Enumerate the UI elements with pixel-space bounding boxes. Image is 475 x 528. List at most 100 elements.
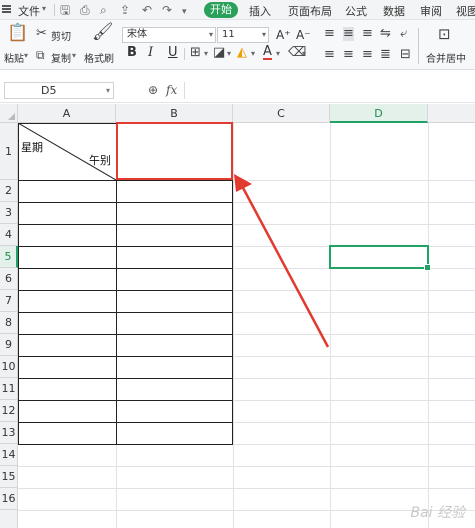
row-header-17[interactable]: [0, 510, 18, 528]
copy-icon[interactable]: ⧉: [36, 48, 45, 62]
tab-review[interactable]: 审阅: [420, 3, 442, 19]
table-border: [18, 180, 233, 181]
tab-data[interactable]: 数据: [383, 3, 405, 19]
chevron-down-icon[interactable]: ▾: [251, 49, 255, 58]
chevron-down-icon[interactable]: ▾: [227, 49, 231, 58]
table-border: [18, 444, 233, 445]
column-header-a[interactable]: A: [18, 104, 116, 123]
chevron-down-icon[interactable]: ▾: [262, 28, 266, 42]
format-painter-button[interactable]: 格式刷: [84, 50, 114, 65]
orientation-icon[interactable]: ⇋: [380, 27, 391, 41]
align-left-icon[interactable]: ≡: [324, 48, 335, 62]
scissors-icon[interactable]: ✂: [36, 27, 47, 41]
align-right-icon[interactable]: ≡: [362, 48, 373, 62]
row-header-2[interactable]: 2: [0, 180, 18, 202]
font-size-select[interactable]: 11 ▾: [217, 27, 269, 43]
row-header-4[interactable]: 4: [0, 224, 18, 246]
chevron-down-icon[interactable]: ▾: [106, 83, 110, 98]
decrease-font-button[interactable]: A⁻: [296, 28, 311, 42]
menu-bar: 文件 ▾ 🖫 ⎙ ⌕ ⇪ ↶ ↷ ▾ 开始 插入 页面布局 公式 数据 审阅 视…: [0, 0, 475, 20]
row-header-9[interactable]: 9: [0, 334, 18, 356]
fill-color-icon[interactable]: ◪: [213, 46, 225, 60]
font-name-select[interactable]: 宋体 ▾: [122, 27, 216, 43]
table-border: [18, 422, 233, 423]
zoom-icon[interactable]: ⊕: [148, 83, 158, 97]
highlight-icon[interactable]: ◭: [237, 46, 247, 60]
column-header-c[interactable]: C: [233, 104, 330, 123]
chevron-down-icon[interactable]: ▾: [209, 28, 213, 42]
row-header-15[interactable]: 15: [0, 466, 18, 488]
font-color-button[interactable]: A: [263, 45, 272, 60]
row-header-6[interactable]: 6: [0, 268, 18, 290]
paste-button[interactable]: 粘贴: [4, 50, 24, 65]
tab-page-layout[interactable]: 页面布局: [288, 3, 332, 19]
distributed-icon[interactable]: ⊟: [400, 48, 411, 62]
format-painter-icon[interactable]: 🖌: [92, 24, 114, 41]
gridline: [18, 510, 475, 511]
main-menu-icon[interactable]: [2, 5, 11, 13]
increase-font-button[interactable]: A⁺: [276, 28, 291, 42]
formula-bar: D5 ▾ ⊕ fx: [0, 79, 475, 103]
tab-view[interactable]: 视图: [456, 3, 475, 19]
merge-center-button[interactable]: 合并居中: [426, 50, 466, 65]
name-box-value: D5: [41, 84, 57, 97]
underline-button[interactable]: U: [168, 45, 178, 60]
more-icon[interactable]: ▾: [182, 5, 187, 19]
fx-button[interactable]: fx: [166, 83, 177, 97]
chevron-down-icon[interactable]: ▾: [72, 51, 76, 60]
row-header-8[interactable]: 8: [0, 312, 18, 334]
paste-icon[interactable]: 📋: [7, 25, 28, 42]
bold-button[interactable]: B: [127, 45, 137, 60]
print-icon[interactable]: ⎙: [80, 3, 90, 17]
table-border: [18, 246, 233, 247]
row-header-10[interactable]: 10: [0, 356, 18, 378]
border-icon[interactable]: ⊞: [190, 46, 201, 60]
wrap-text-icon[interactable]: ⤶: [400, 27, 407, 41]
column-header-b[interactable]: B: [116, 104, 233, 123]
export-icon[interactable]: ⇪: [120, 3, 130, 17]
tab-insert[interactable]: 插入: [249, 3, 271, 19]
save-icon[interactable]: 🖫: [60, 3, 70, 17]
row-header-5[interactable]: 5: [0, 246, 18, 268]
cut-button[interactable]: 剪切: [51, 28, 71, 43]
row-header-16[interactable]: 16: [0, 488, 18, 510]
select-all-button[interactable]: [0, 104, 18, 123]
active-cell-d5[interactable]: [329, 245, 431, 271]
align-bottom-icon[interactable]: ≡: [362, 27, 373, 41]
align-center-icon[interactable]: ≡: [343, 48, 354, 62]
align-top-icon[interactable]: ≡: [324, 27, 335, 41]
align-middle-icon[interactable]: ≡: [343, 27, 354, 41]
row-header-14[interactable]: 14: [0, 444, 18, 466]
table-border: [18, 224, 233, 225]
row-header-12[interactable]: 12: [0, 400, 18, 422]
row-header-7[interactable]: 7: [0, 290, 18, 312]
table-border: [18, 400, 233, 401]
row-header-3[interactable]: 3: [0, 202, 18, 224]
header-cell-weekday: 星期: [21, 141, 43, 154]
chevron-down-icon[interactable]: ▾: [276, 49, 280, 58]
tab-formulas[interactable]: 公式: [345, 3, 367, 19]
row-header-1[interactable]: 1: [0, 123, 18, 180]
chevron-down-icon[interactable]: ▾: [42, 4, 46, 13]
red-arrow-annotation: [234, 174, 330, 348]
undo-icon[interactable]: ↶: [142, 3, 152, 17]
print-preview-icon[interactable]: ⌕: [100, 3, 107, 17]
redo-icon[interactable]: ↷: [162, 3, 172, 17]
chevron-down-icon[interactable]: ▾: [24, 51, 28, 60]
copy-button[interactable]: 复制: [51, 50, 71, 65]
column-header-d[interactable]: D: [330, 104, 428, 123]
chevron-down-icon[interactable]: ▾: [302, 49, 306, 58]
chevron-down-icon[interactable]: ▾: [204, 49, 208, 58]
table-border: [18, 290, 233, 291]
justify-icon[interactable]: ≣: [380, 48, 391, 62]
font-name-value: 宋体: [127, 29, 147, 40]
tab-home[interactable]: 开始: [204, 2, 238, 18]
italic-button[interactable]: I: [148, 45, 153, 60]
row-header-11[interactable]: 11: [0, 378, 18, 400]
gridline: [18, 488, 475, 489]
merge-cells-icon[interactable]: ⊡: [438, 27, 451, 42]
row-header-13[interactable]: 13: [0, 422, 18, 444]
file-menu[interactable]: 文件: [18, 3, 40, 19]
column-header-e[interactable]: [428, 104, 475, 123]
name-box[interactable]: D5 ▾: [4, 82, 114, 99]
